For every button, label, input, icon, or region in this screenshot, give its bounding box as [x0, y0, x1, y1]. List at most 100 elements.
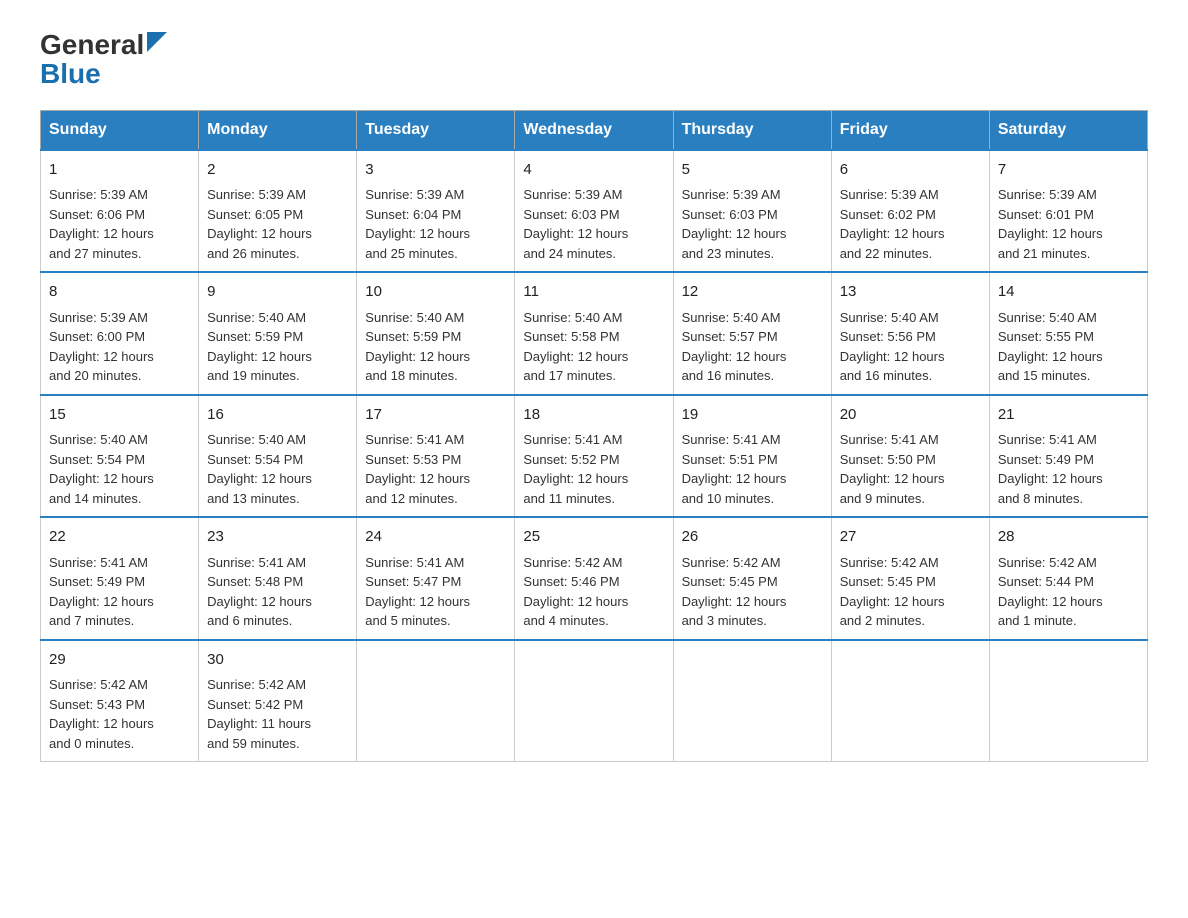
day-info: Sunrise: 5:42 AMSunset: 5:45 PMDaylight:… — [840, 553, 981, 631]
day-number: 3 — [365, 159, 506, 182]
weekday-header-saturday: Saturday — [989, 110, 1147, 150]
calendar-cell: 8 Sunrise: 5:39 AMSunset: 6:00 PMDayligh… — [41, 272, 199, 395]
day-info: Sunrise: 5:40 AMSunset: 5:56 PMDaylight:… — [840, 308, 981, 386]
day-info: Sunrise: 5:40 AMSunset: 5:57 PMDaylight:… — [682, 308, 823, 386]
week-row-1: 1 Sunrise: 5:39 AMSunset: 6:06 PMDayligh… — [41, 150, 1148, 273]
weekday-header-wednesday: Wednesday — [515, 110, 673, 150]
day-number: 25 — [523, 526, 664, 549]
day-number: 22 — [49, 526, 190, 549]
day-number: 16 — [207, 404, 348, 427]
calendar-cell: 14 Sunrise: 5:40 AMSunset: 5:55 PMDaylig… — [989, 272, 1147, 395]
day-number: 15 — [49, 404, 190, 427]
calendar-cell — [673, 640, 831, 762]
calendar-cell: 9 Sunrise: 5:40 AMSunset: 5:59 PMDayligh… — [199, 272, 357, 395]
calendar-cell — [515, 640, 673, 762]
weekday-header-thursday: Thursday — [673, 110, 831, 150]
day-number: 8 — [49, 281, 190, 304]
day-info: Sunrise: 5:41 AMSunset: 5:48 PMDaylight:… — [207, 553, 348, 631]
day-info: Sunrise: 5:42 AMSunset: 5:43 PMDaylight:… — [49, 675, 190, 753]
weekday-header-row: SundayMondayTuesdayWednesdayThursdayFrid… — [41, 110, 1148, 150]
day-info: Sunrise: 5:42 AMSunset: 5:45 PMDaylight:… — [682, 553, 823, 631]
calendar-cell: 25 Sunrise: 5:42 AMSunset: 5:46 PMDaylig… — [515, 517, 673, 640]
calendar-cell: 27 Sunrise: 5:42 AMSunset: 5:45 PMDaylig… — [831, 517, 989, 640]
calendar-cell: 7 Sunrise: 5:39 AMSunset: 6:01 PMDayligh… — [989, 150, 1147, 273]
calendar-cell: 1 Sunrise: 5:39 AMSunset: 6:06 PMDayligh… — [41, 150, 199, 273]
day-number: 18 — [523, 404, 664, 427]
day-info: Sunrise: 5:39 AMSunset: 6:03 PMDaylight:… — [682, 185, 823, 263]
weekday-header-monday: Monday — [199, 110, 357, 150]
day-number: 21 — [998, 404, 1139, 427]
calendar-cell: 12 Sunrise: 5:40 AMSunset: 5:57 PMDaylig… — [673, 272, 831, 395]
calendar-cell: 28 Sunrise: 5:42 AMSunset: 5:44 PMDaylig… — [989, 517, 1147, 640]
day-info: Sunrise: 5:40 AMSunset: 5:58 PMDaylight:… — [523, 308, 664, 386]
day-info: Sunrise: 5:39 AMSunset: 6:03 PMDaylight:… — [523, 185, 664, 263]
week-row-3: 15 Sunrise: 5:40 AMSunset: 5:54 PMDaylig… — [41, 395, 1148, 518]
calendar-cell — [357, 640, 515, 762]
day-info: Sunrise: 5:41 AMSunset: 5:50 PMDaylight:… — [840, 430, 981, 508]
calendar-cell: 15 Sunrise: 5:40 AMSunset: 5:54 PMDaylig… — [41, 395, 199, 518]
day-info: Sunrise: 5:41 AMSunset: 5:49 PMDaylight:… — [998, 430, 1139, 508]
calendar-cell: 10 Sunrise: 5:40 AMSunset: 5:59 PMDaylig… — [357, 272, 515, 395]
weekday-header-tuesday: Tuesday — [357, 110, 515, 150]
day-number: 20 — [840, 404, 981, 427]
logo-wordmark: General Blue — [40, 30, 167, 90]
week-row-4: 22 Sunrise: 5:41 AMSunset: 5:49 PMDaylig… — [41, 517, 1148, 640]
logo-blue-text: Blue — [40, 59, 167, 90]
day-number: 19 — [682, 404, 823, 427]
calendar-cell: 26 Sunrise: 5:42 AMSunset: 5:45 PMDaylig… — [673, 517, 831, 640]
day-info: Sunrise: 5:40 AMSunset: 5:59 PMDaylight:… — [207, 308, 348, 386]
calendar-cell: 29 Sunrise: 5:42 AMSunset: 5:43 PMDaylig… — [41, 640, 199, 762]
calendar-cell: 4 Sunrise: 5:39 AMSunset: 6:03 PMDayligh… — [515, 150, 673, 273]
calendar-cell: 18 Sunrise: 5:41 AMSunset: 5:52 PMDaylig… — [515, 395, 673, 518]
day-number: 12 — [682, 281, 823, 304]
day-info: Sunrise: 5:42 AMSunset: 5:46 PMDaylight:… — [523, 553, 664, 631]
day-number: 11 — [523, 281, 664, 304]
header: General Blue — [40, 30, 1148, 90]
day-number: 7 — [998, 159, 1139, 182]
day-info: Sunrise: 5:40 AMSunset: 5:59 PMDaylight:… — [365, 308, 506, 386]
day-number: 28 — [998, 526, 1139, 549]
calendar-cell: 22 Sunrise: 5:41 AMSunset: 5:49 PMDaylig… — [41, 517, 199, 640]
calendar-cell — [989, 640, 1147, 762]
day-number: 17 — [365, 404, 506, 427]
day-info: Sunrise: 5:42 AMSunset: 5:42 PMDaylight:… — [207, 675, 348, 753]
calendar-cell: 21 Sunrise: 5:41 AMSunset: 5:49 PMDaylig… — [989, 395, 1147, 518]
calendar-cell — [831, 640, 989, 762]
day-info: Sunrise: 5:41 AMSunset: 5:51 PMDaylight:… — [682, 430, 823, 508]
day-number: 14 — [998, 281, 1139, 304]
day-number: 24 — [365, 526, 506, 549]
day-number: 5 — [682, 159, 823, 182]
day-info: Sunrise: 5:39 AMSunset: 6:01 PMDaylight:… — [998, 185, 1139, 263]
day-info: Sunrise: 5:41 AMSunset: 5:47 PMDaylight:… — [365, 553, 506, 631]
day-info: Sunrise: 5:40 AMSunset: 5:54 PMDaylight:… — [49, 430, 190, 508]
calendar-cell: 24 Sunrise: 5:41 AMSunset: 5:47 PMDaylig… — [357, 517, 515, 640]
day-number: 13 — [840, 281, 981, 304]
day-number: 2 — [207, 159, 348, 182]
calendar-cell: 23 Sunrise: 5:41 AMSunset: 5:48 PMDaylig… — [199, 517, 357, 640]
day-info: Sunrise: 5:39 AMSunset: 6:02 PMDaylight:… — [840, 185, 981, 263]
day-info: Sunrise: 5:41 AMSunset: 5:52 PMDaylight:… — [523, 430, 664, 508]
day-info: Sunrise: 5:40 AMSunset: 5:55 PMDaylight:… — [998, 308, 1139, 386]
calendar-cell: 16 Sunrise: 5:40 AMSunset: 5:54 PMDaylig… — [199, 395, 357, 518]
day-info: Sunrise: 5:39 AMSunset: 6:00 PMDaylight:… — [49, 308, 190, 386]
calendar-cell: 20 Sunrise: 5:41 AMSunset: 5:50 PMDaylig… — [831, 395, 989, 518]
calendar-cell: 6 Sunrise: 5:39 AMSunset: 6:02 PMDayligh… — [831, 150, 989, 273]
logo-general: General — [40, 30, 144, 61]
day-info: Sunrise: 5:40 AMSunset: 5:54 PMDaylight:… — [207, 430, 348, 508]
logo-triangle-icon — [147, 32, 167, 52]
weekday-header-sunday: Sunday — [41, 110, 199, 150]
day-info: Sunrise: 5:41 AMSunset: 5:49 PMDaylight:… — [49, 553, 190, 631]
day-info: Sunrise: 5:42 AMSunset: 5:44 PMDaylight:… — [998, 553, 1139, 631]
day-info: Sunrise: 5:39 AMSunset: 6:05 PMDaylight:… — [207, 185, 348, 263]
day-info: Sunrise: 5:39 AMSunset: 6:06 PMDaylight:… — [49, 185, 190, 263]
day-info: Sunrise: 5:39 AMSunset: 6:04 PMDaylight:… — [365, 185, 506, 263]
calendar-cell: 11 Sunrise: 5:40 AMSunset: 5:58 PMDaylig… — [515, 272, 673, 395]
day-number: 10 — [365, 281, 506, 304]
weekday-header-friday: Friday — [831, 110, 989, 150]
day-number: 29 — [49, 649, 190, 672]
calendar-cell: 5 Sunrise: 5:39 AMSunset: 6:03 PMDayligh… — [673, 150, 831, 273]
calendar-cell: 13 Sunrise: 5:40 AMSunset: 5:56 PMDaylig… — [831, 272, 989, 395]
calendar-cell: 30 Sunrise: 5:42 AMSunset: 5:42 PMDaylig… — [199, 640, 357, 762]
calendar: SundayMondayTuesdayWednesdayThursdayFrid… — [40, 110, 1148, 763]
day-number: 26 — [682, 526, 823, 549]
